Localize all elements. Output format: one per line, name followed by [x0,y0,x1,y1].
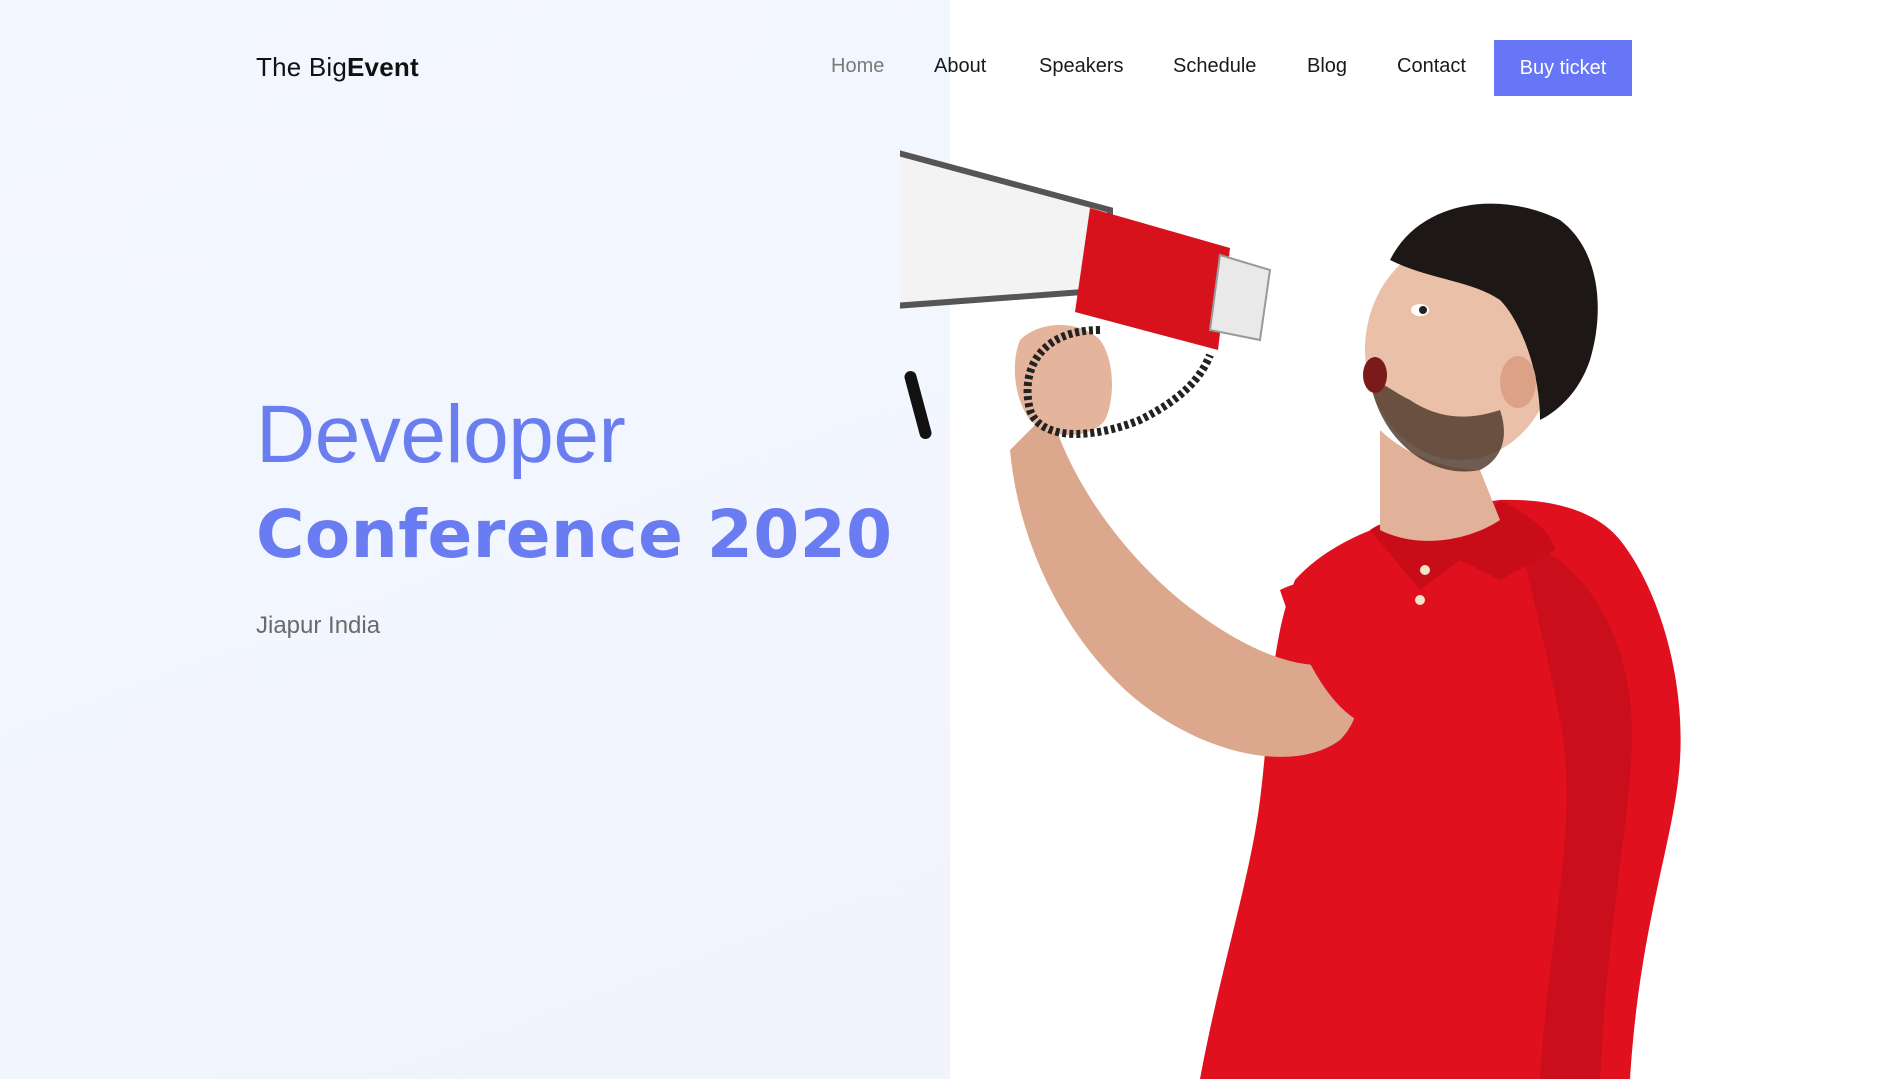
shirt-button-1 [1420,565,1430,575]
hand [1014,325,1112,435]
nav-home-link[interactable]: Home [831,55,884,78]
megaphone-end [1208,253,1272,342]
hero-image-man-megaphone [900,150,1681,1079]
hero-title-line1: Developer [256,389,626,480]
nav-contact-link[interactable]: Contact [1397,55,1466,78]
nav-about-link[interactable]: About [934,55,986,78]
buy-ticket-button[interactable]: Buy ticket [1494,40,1632,96]
nav-blog-link[interactable]: Blog [1307,55,1347,78]
megaphone-handle [904,370,932,440]
megaphone-horn [900,150,1113,309]
hero-title-line2: Conference 2020 [256,496,893,573]
hero-location: Jiapur India [256,612,381,639]
shirt-button-2 [1415,595,1425,605]
mouth [1363,357,1387,393]
pupil [1419,306,1427,314]
nav-speakers-link[interactable]: Speakers [1039,55,1124,78]
nav-schedule-link[interactable]: Schedule [1173,55,1256,78]
ear [1500,356,1536,408]
